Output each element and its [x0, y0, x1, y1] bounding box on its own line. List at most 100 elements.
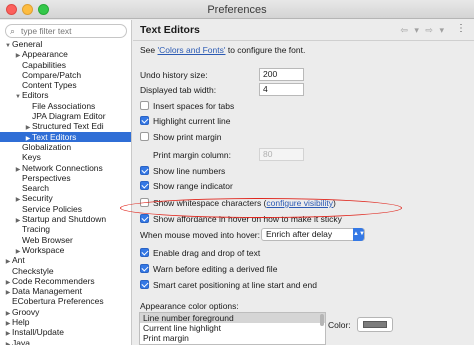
tree-item-label: Install/Update: [12, 327, 64, 338]
affordance-checkbox[interactable]: Show affordance in hover on how to make …: [140, 213, 342, 225]
smart-caret-checkbox[interactable]: Smart caret positioning at line start an…: [140, 279, 317, 291]
tree-item-label: Editors: [22, 90, 49, 101]
checkbox-box[interactable]: [140, 264, 149, 273]
filter-field[interactable]: ⌕: [5, 24, 127, 38]
tree-item-label: Startup and Shutdown: [22, 214, 107, 225]
chevron-right-icon[interactable]: ▶: [4, 319, 12, 327]
tree-item[interactable]: ▶ Workspace: [0, 245, 131, 255]
tree-item[interactable]: ▼Editors: [0, 90, 131, 100]
tab-width-label: Displayed tab width:: [140, 85, 217, 95]
view-menu-icon[interactable]: ⋮: [456, 23, 466, 34]
checkbox-box[interactable]: [140, 248, 149, 257]
color-label: Color:: [328, 320, 351, 330]
tree-item[interactable]: Service Policies: [0, 204, 131, 214]
tree-item-label: Help: [12, 317, 30, 328]
tree-item[interactable]: Globalization: [0, 142, 131, 152]
title-separator: [133, 40, 474, 41]
tree-item[interactable]: ▶ Structured Text Edi: [0, 121, 131, 131]
tree-item[interactable]: ▶ Startup and Shutdown: [0, 214, 131, 224]
chevron-right-icon[interactable]: ▶: [14, 165, 22, 173]
checkbox-box[interactable]: [140, 166, 149, 175]
hover-behavior-select[interactable]: Enrich after delay ▲▼: [261, 228, 365, 241]
tree-item[interactable]: ▶ Data Management: [0, 286, 131, 296]
colors-and-fonts-link[interactable]: 'Colors and Fonts': [158, 45, 226, 55]
tree-item[interactable]: Tracing: [0, 224, 131, 234]
drag-drop-checkbox[interactable]: Enable drag and drop of text: [140, 247, 260, 259]
tree-item[interactable]: ▶ Network Connections: [0, 163, 131, 173]
chevron-right-icon[interactable]: ▶: [14, 247, 22, 255]
tree-item[interactable]: Content Types: [0, 80, 131, 90]
tree-item-label: Security: [22, 193, 53, 204]
configure-visibility-link[interactable]: configure visibility: [266, 198, 333, 208]
checkbox-box[interactable]: [140, 116, 149, 125]
tree-item[interactable]: File Associations: [0, 101, 131, 111]
list-item[interactable]: Print margin: [140, 333, 325, 343]
line-numbers-checkbox[interactable]: Show line numbers: [140, 165, 225, 177]
checkbox-box[interactable]: [140, 101, 149, 110]
chevron-down-icon[interactable]: ▼: [4, 41, 12, 49]
chevron-right-icon[interactable]: ▶: [4, 329, 12, 337]
chevron-right-icon[interactable]: ▶: [4, 288, 12, 296]
tree-item-label: Capabilities: [22, 59, 66, 70]
page-title: Text Editors: [140, 24, 200, 36]
tree-item[interactable]: ▶ Ant: [0, 255, 131, 265]
tree-item[interactable]: Capabilities: [0, 60, 131, 70]
history-nav-icons[interactable]: ⇦ ▾ ⇨ ▾: [400, 25, 446, 36]
derived-file-checkbox[interactable]: Warn before editing a derived file: [140, 263, 277, 275]
tree-item[interactable]: ▶ Appearance: [0, 49, 131, 59]
tree-item-label: Ant: [12, 255, 25, 266]
tree-item[interactable]: Perspectives: [0, 173, 131, 183]
tree-item[interactable]: ▶ Install/Update: [0, 327, 131, 337]
tree-item-label: Text Editors: [32, 131, 77, 142]
tree-item[interactable]: ▶ Groovy: [0, 307, 131, 317]
tree-item[interactable]: Search: [0, 183, 131, 193]
chevron-right-icon[interactable]: ▶: [4, 278, 12, 286]
tree-item[interactable]: Compare/Patch: [0, 70, 131, 80]
highlight-line-checkbox[interactable]: Highlight current line: [140, 115, 230, 127]
chevron-right-icon[interactable]: ▶: [4, 257, 12, 265]
whitespace-checkbox[interactable]: Show whitespace characters (configure vi…: [140, 197, 336, 209]
chevron-right-icon[interactable]: ▶: [14, 51, 22, 59]
chevron-right-icon[interactable]: ▶: [24, 134, 32, 142]
font-description: See 'Colors and Fonts' to configure the …: [140, 45, 306, 55]
tree-item[interactable]: ▶ Code Recommenders: [0, 276, 131, 286]
undo-history-field[interactable]: 200: [259, 68, 304, 81]
print-margin-checkbox[interactable]: Show print margin: [140, 131, 222, 143]
chevron-right-icon[interactable]: ▶: [4, 340, 12, 345]
tree-item[interactable]: ▶ Help: [0, 317, 131, 327]
checkbox-box[interactable]: [140, 198, 149, 207]
tree-item[interactable]: ▼General: [0, 39, 131, 49]
tree-item[interactable]: ▶ Java: [0, 338, 131, 345]
checkbox-box[interactable]: [140, 181, 149, 190]
tree-item[interactable]: ▶ Security: [0, 193, 131, 203]
chevron-right-icon[interactable]: ▶: [14, 195, 22, 203]
range-indicator-checkbox[interactable]: Show range indicator: [140, 180, 233, 192]
tree-item-label: Structured Text Edi: [32, 121, 104, 132]
search-icon: ⌕: [10, 26, 16, 36]
chevron-right-icon[interactable]: ▶: [14, 216, 22, 224]
tree-item[interactable]: JPA Diagram Editor: [0, 111, 131, 121]
tree-item[interactable]: Web Browser: [0, 235, 131, 245]
insert-spaces-checkbox[interactable]: Insert spaces for tabs: [140, 100, 234, 112]
list-item[interactable]: Line number foreground: [140, 313, 325, 323]
tree-item[interactable]: Keys: [0, 152, 131, 162]
chevron-right-icon[interactable]: ▶: [4, 309, 12, 317]
preference-tree: ▼General ▶ Appearance Capabilities Compare/P…: [0, 39, 131, 345]
checkbox-box[interactable]: [140, 280, 149, 289]
tree-item[interactable]: Checkstyle: [0, 266, 131, 276]
title-bar: Preferences: [0, 0, 474, 19]
tree-item[interactable]: ECobertura Preferences: [0, 296, 131, 306]
tree-item[interactable]: ▶ Text Editors: [0, 131, 131, 142]
color-picker-button[interactable]: [357, 317, 393, 332]
tree-item-label: Search: [22, 183, 49, 194]
checkbox-box[interactable]: [140, 132, 149, 141]
chevron-right-icon[interactable]: ▶: [24, 123, 32, 131]
list-item[interactable]: Current line highlight: [140, 323, 325, 333]
chevron-down-icon[interactable]: ▼: [14, 92, 22, 100]
color-options-list[interactable]: Line number foreground Current line high…: [139, 312, 326, 345]
scrollbar-thumb[interactable]: [320, 314, 324, 326]
color-swatch: [363, 321, 387, 328]
checkbox-box[interactable]: [140, 214, 149, 223]
filter-input[interactable]: [21, 26, 125, 36]
tab-width-field[interactable]: 4: [259, 83, 304, 96]
